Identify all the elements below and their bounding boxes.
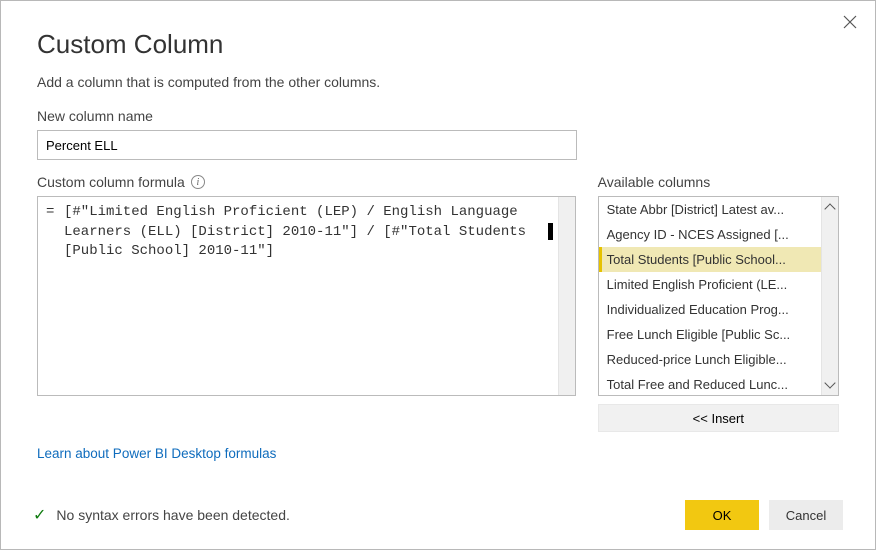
list-item[interactable]: Agency ID - NCES Assigned [... — [599, 222, 821, 247]
scroll-up-icon[interactable] — [824, 203, 835, 214]
formula-label: Custom column formula i — [37, 174, 576, 190]
list-item[interactable]: State Abbr [District] Latest av... — [599, 197, 821, 222]
check-icon: ✓ — [33, 505, 46, 525]
list-item[interactable]: Total Students [Public School... — [599, 247, 821, 272]
new-column-name-label: New column name — [37, 108, 839, 124]
new-column-name-input[interactable] — [37, 130, 577, 160]
list-scrollbar[interactable] — [821, 197, 838, 395]
list-item[interactable]: Free Lunch Eligible [Public Sc... — [599, 322, 821, 347]
list-item[interactable]: Total Free and Reduced Lunc... — [599, 372, 821, 396]
available-columns-list[interactable]: State Abbr [District] Latest av...Agency… — [598, 196, 839, 396]
insert-button[interactable]: << Insert — [598, 404, 839, 432]
formula-editor[interactable]: = [#"Limited English Proficient (LEP) / … — [37, 196, 576, 396]
available-columns-label: Available columns — [598, 174, 839, 190]
list-item[interactable]: Limited English Proficient (LE... — [599, 272, 821, 297]
close-button[interactable] — [843, 15, 857, 34]
scroll-down-icon[interactable] — [824, 377, 835, 388]
dialog-subtitle: Add a column that is computed from the o… — [37, 74, 839, 90]
learn-link[interactable]: Learn about Power BI Desktop formulas — [37, 446, 276, 461]
ok-button[interactable]: OK — [685, 500, 759, 530]
cancel-button[interactable]: Cancel — [769, 500, 843, 530]
formula-scrollbar[interactable] — [558, 197, 575, 395]
text-cursor — [548, 223, 553, 240]
dialog-title: Custom Column — [37, 29, 839, 60]
status-message: No syntax errors have been detected. — [56, 507, 289, 523]
info-icon[interactable]: i — [191, 175, 205, 189]
list-item[interactable]: Individualized Education Prog... — [599, 297, 821, 322]
list-item[interactable]: Reduced-price Lunch Eligible... — [599, 347, 821, 372]
